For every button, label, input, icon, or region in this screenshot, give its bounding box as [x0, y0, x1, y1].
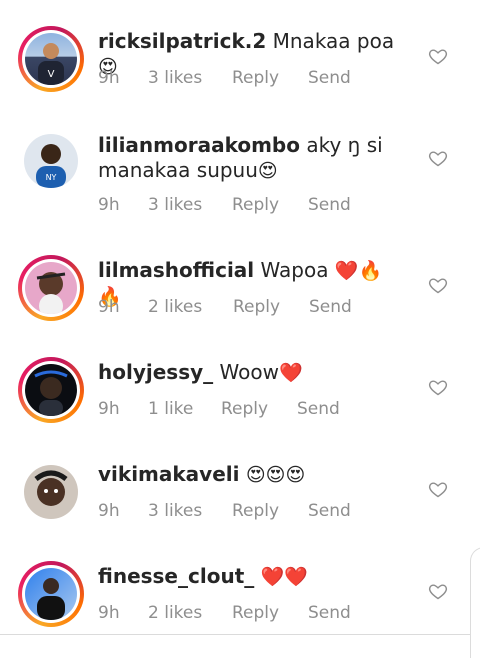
comment-username[interactable]: vikimakaveli	[98, 462, 240, 486]
reply-button[interactable]: Reply	[221, 399, 268, 419]
like-heart-icon[interactable]	[428, 46, 448, 66]
comment-body: Woow	[219, 360, 279, 384]
send-button[interactable]: Send	[308, 195, 351, 215]
like-heart-icon[interactable]	[428, 377, 448, 397]
comment-time: 9h	[98, 297, 120, 317]
like-heart-icon[interactable]	[428, 275, 448, 295]
likes-count[interactable]: 3 likes	[148, 68, 202, 88]
likes-count[interactable]: 3 likes	[148, 195, 202, 215]
likes-count[interactable]: 3 likes	[148, 501, 202, 521]
comment-text: finesse_clout_ ❤️❤️	[98, 564, 398, 590]
reply-button[interactable]: Reply	[232, 68, 279, 88]
send-button[interactable]: Send	[308, 501, 351, 521]
send-button[interactable]: Send	[309, 297, 352, 317]
send-button[interactable]: Send	[297, 399, 340, 419]
reply-button[interactable]: Reply	[232, 501, 279, 521]
comment-time: 9h	[98, 68, 120, 88]
comment-username[interactable]: lilmashofficial	[98, 258, 254, 282]
like-heart-icon[interactable]	[428, 479, 448, 499]
comment-time: 9h	[98, 195, 120, 215]
comment-username[interactable]: finesse_clout_	[98, 564, 254, 588]
comment-emoji: 😍😍😍	[245, 464, 306, 486]
likes-count[interactable]: 2 likes	[148, 603, 202, 623]
comment-emoji: ❤️	[278, 362, 303, 384]
comment-username[interactable]: lilianmoraakombo	[98, 133, 300, 157]
comment-time: 9h	[98, 399, 120, 419]
likes-count[interactable]: 1 like	[148, 399, 193, 419]
comment-emoji: ❤️❤️	[260, 566, 308, 588]
side-panel-edge	[470, 547, 480, 658]
svg-text:NY: NY	[46, 173, 57, 182]
comment-body: Wapoa	[260, 258, 329, 282]
reply-button[interactable]: Reply	[232, 195, 279, 215]
comment-text: holyjessy_ Woow❤️	[98, 360, 398, 386]
comment-text: lilianmoraakombo aky ŋ si manakaa supuu😍	[98, 133, 398, 184]
send-button[interactable]: Send	[308, 68, 351, 88]
comment-time: 9h	[98, 603, 120, 623]
likes-count[interactable]: 2 likes	[148, 297, 202, 317]
reply-button[interactable]: Reply	[232, 603, 279, 623]
avatar[interactable]: V	[18, 26, 84, 92]
comment-text: vikimakaveli 😍😍😍	[98, 462, 398, 488]
comment-time: 9h	[98, 501, 120, 521]
comment-emoji: 😍	[257, 160, 278, 182]
like-heart-icon[interactable]	[428, 148, 448, 168]
send-button[interactable]: Send	[308, 603, 351, 623]
comment-body: Mnakaa poa	[272, 29, 395, 53]
avatar[interactable]	[18, 357, 84, 423]
reply-button[interactable]: Reply	[233, 297, 280, 317]
comment-username[interactable]: holyjessy_	[98, 360, 213, 384]
avatar[interactable]	[18, 459, 84, 525]
bottom-divider	[0, 634, 480, 635]
comment-username[interactable]: ricksilpatrick.2	[98, 29, 266, 53]
avatar[interactable]: NY	[18, 128, 84, 194]
avatar[interactable]	[18, 255, 84, 321]
like-heart-icon[interactable]	[428, 581, 448, 601]
avatar[interactable]	[18, 561, 84, 627]
svg-text:V: V	[48, 69, 55, 80]
